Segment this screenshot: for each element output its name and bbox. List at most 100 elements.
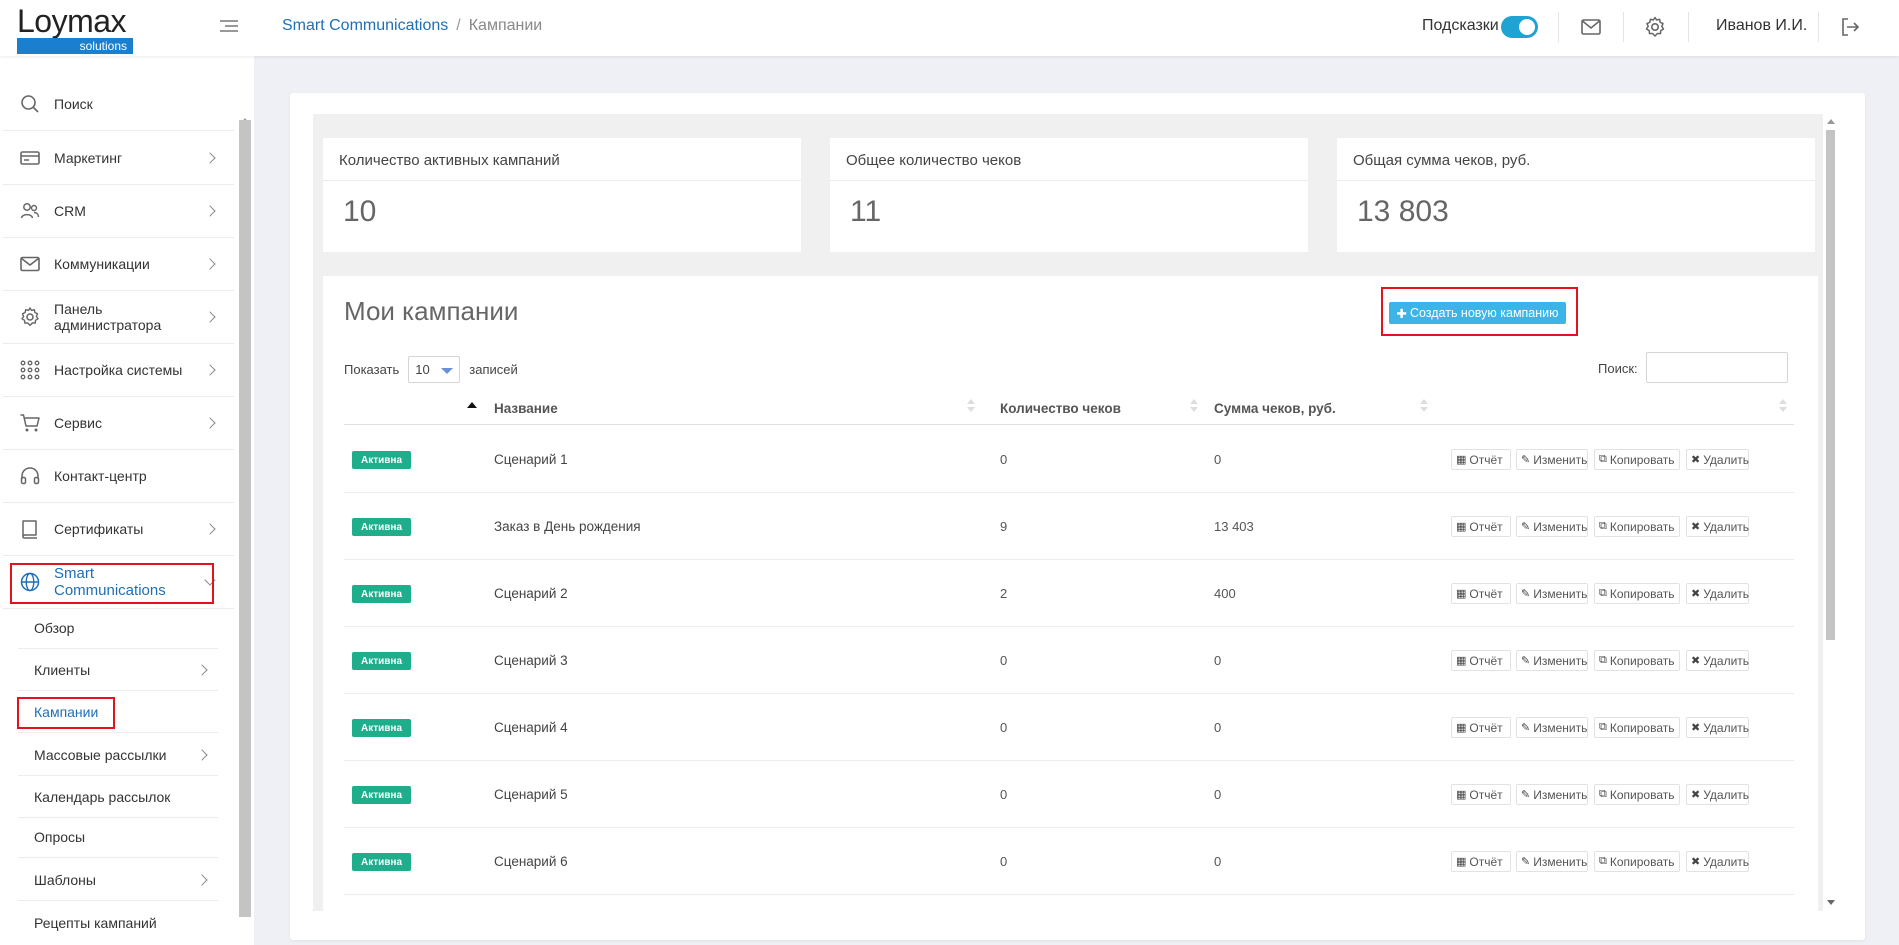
sort-icon[interactable] [1420, 399, 1428, 413]
sidebar-scroll-thumb[interactable] [239, 120, 251, 917]
edit-button[interactable]: ✎ Изменить [1516, 516, 1588, 537]
breadcrumb-link[interactable]: Smart Communications [282, 17, 448, 34]
delete-button[interactable]: ✖ Удалить [1686, 784, 1749, 805]
subitem-templates[interactable]: Шаблоны [18, 860, 218, 901]
headset-icon [19, 465, 41, 487]
delete-button[interactable]: ✖ Удалить [1686, 717, 1749, 738]
copy-button[interactable]: ⧉ Копировать [1594, 717, 1680, 738]
pencil-icon: ✎ [1521, 454, 1531, 466]
report-button[interactable]: ▦ Отчёт [1451, 583, 1511, 604]
sidebar-item-label: Сертификаты [54, 521, 144, 537]
status-badge: Активна [352, 853, 411, 871]
report-button[interactable]: ▦ Отчёт [1451, 449, 1511, 470]
action-label: Отчёт [1469, 519, 1503, 534]
panel-title: Мои кампании [344, 296, 519, 326]
receipts-count: 2 [1000, 586, 1008, 601]
page-size-select[interactable]: 10 [408, 356, 461, 383]
action-label: Изменить [1533, 854, 1588, 869]
logout-icon[interactable] [1838, 15, 1862, 39]
sidebar-item-label: Контакт-центр [54, 468, 147, 484]
sort-icon[interactable] [967, 399, 975, 413]
column-header-count[interactable]: Количество чеков [1000, 401, 1121, 416]
delete-button[interactable]: ✖ Удалить [1686, 516, 1749, 537]
copy-icon: ⧉ [1599, 587, 1607, 599]
search-input[interactable] [1646, 352, 1788, 383]
sort-icon[interactable] [1190, 399, 1198, 413]
campaigns-panel: Мои кампании ✚ Создать новую кампанию Пок… [323, 276, 1818, 911]
subitem-label: Календарь рассылок [34, 789, 171, 805]
edit-button[interactable]: ✎ Изменить [1516, 717, 1588, 738]
copy-button[interactable]: ⧉ Копировать [1594, 851, 1680, 872]
copy-button[interactable]: ⧉ Копировать [1594, 583, 1680, 604]
receipts-count: 0 [1000, 787, 1008, 802]
report-button[interactable]: ▦ Отчёт [1451, 851, 1511, 872]
subitem-campaign-recipes[interactable]: Рецепты кампаний [18, 902, 218, 943]
main-scrollbar[interactable] [1824, 116, 1837, 911]
main-scroll-thumb[interactable] [1826, 130, 1835, 640]
sidebar-item-contact-center[interactable]: Контакт-центр [3, 450, 234, 503]
sidebar-item-search[interactable]: Поиск [3, 78, 234, 131]
edit-button[interactable]: ✎ Изменить [1516, 851, 1588, 872]
subitem-mass-mailing[interactable]: Массовые рассылки [18, 735, 218, 776]
edit-button[interactable]: ✎ Изменить [1516, 784, 1588, 805]
subitem-campaigns[interactable]: Кампании [18, 692, 218, 733]
report-button[interactable]: ▦ Отчёт [1451, 516, 1511, 537]
edit-button[interactable]: ✎ Изменить [1516, 650, 1588, 671]
sidebar-item-admin-panel[interactable]: Панель администратора [3, 291, 234, 344]
loymax-logo[interactable]: Loymax solutions [17, 3, 134, 54]
main-scroll-down-arrow[interactable] [1827, 900, 1835, 905]
report-button[interactable]: ▦ Отчёт [1451, 650, 1511, 671]
sidebar-item-communications[interactable]: Коммуникации [3, 238, 234, 291]
mail-icon[interactable] [1579, 15, 1603, 39]
create-campaign-button[interactable]: ✚ Создать новую кампанию [1389, 302, 1566, 324]
sidebar-item-smart-communications[interactable]: Smart Communications [3, 556, 234, 609]
action-label: Копировать [1609, 586, 1675, 601]
hints-toggle[interactable] [1501, 16, 1538, 38]
subitem-clients[interactable]: Клиенты [18, 650, 218, 691]
sidebar-scrollbar[interactable] [239, 120, 251, 917]
edit-button[interactable]: ✎ Изменить [1516, 583, 1588, 604]
menu-toggle-icon[interactable] [220, 20, 238, 34]
report-button[interactable]: ▦ Отчёт [1451, 784, 1511, 805]
sidebar-item-certificates[interactable]: Сертификаты [3, 503, 234, 556]
delete-button[interactable]: ✖ Удалить [1686, 449, 1749, 470]
campaign-name: Заказ в День рождения [494, 519, 641, 534]
settings-gear-icon[interactable] [1643, 15, 1667, 39]
subitem-mailing-calendar[interactable]: Календарь рассылок [18, 777, 218, 818]
sidebar-item-service[interactable]: Сервис [3, 397, 234, 450]
subitem-surveys[interactable]: Опросы [18, 817, 218, 858]
stat-card-active-campaigns: Количество активных кампаний 10 [323, 138, 801, 252]
sidebar-item-system-settings[interactable]: Настройка системы [3, 344, 234, 397]
delete-button[interactable]: ✖ Удалить [1686, 583, 1749, 604]
edit-button[interactable]: ✎ Изменить [1516, 449, 1588, 470]
chart-icon: ▦ [1456, 521, 1467, 533]
sidebar-item-crm[interactable]: CRM [3, 185, 234, 238]
copy-icon: ⧉ [1599, 788, 1607, 800]
envelope-icon [19, 253, 41, 275]
subitem-overview[interactable]: Обзор [18, 608, 218, 649]
column-header-sum[interactable]: Сумма чеков, руб. [1214, 401, 1336, 416]
stat-title: Количество активных кампаний [323, 138, 801, 181]
copy-button[interactable]: ⧉ Копировать [1594, 516, 1680, 537]
copy-button[interactable]: ⧉ Копировать [1594, 784, 1680, 805]
stat-title: Общая сумма чеков, руб. [1337, 138, 1815, 181]
campaign-name: Сценарий 3 [494, 653, 568, 668]
logo-text: Loymax [17, 3, 127, 39]
table-row: Активна Сценарий 4 0 0 ▦ Отчёт ✎ Изменить ⧉ Копир… [344, 694, 1794, 761]
delete-button[interactable]: ✖ Удалить [1686, 851, 1749, 872]
delete-button[interactable]: ✖ Удалить [1686, 650, 1749, 671]
sort-icon[interactable] [1779, 399, 1787, 413]
action-label: Копировать [1609, 854, 1675, 869]
copy-button[interactable]: ⧉ Копировать [1594, 449, 1680, 470]
sidebar-item-marketing[interactable]: Маркетинг [3, 132, 234, 185]
action-label: Копировать [1609, 787, 1675, 802]
status-badge: Активна [352, 451, 411, 469]
sidebar-item-label: Настройка системы [54, 362, 183, 378]
column-header-name[interactable]: Название [494, 401, 558, 416]
chevron-right-icon [196, 749, 208, 761]
copy-button[interactable]: ⧉ Копировать [1594, 650, 1680, 671]
sort-ascending-icon[interactable] [467, 402, 477, 408]
chevron-right-icon [204, 417, 216, 429]
report-button[interactable]: ▦ Отчёт [1451, 717, 1511, 738]
user-name[interactable]: Иванов И.И. [1716, 17, 1807, 35]
